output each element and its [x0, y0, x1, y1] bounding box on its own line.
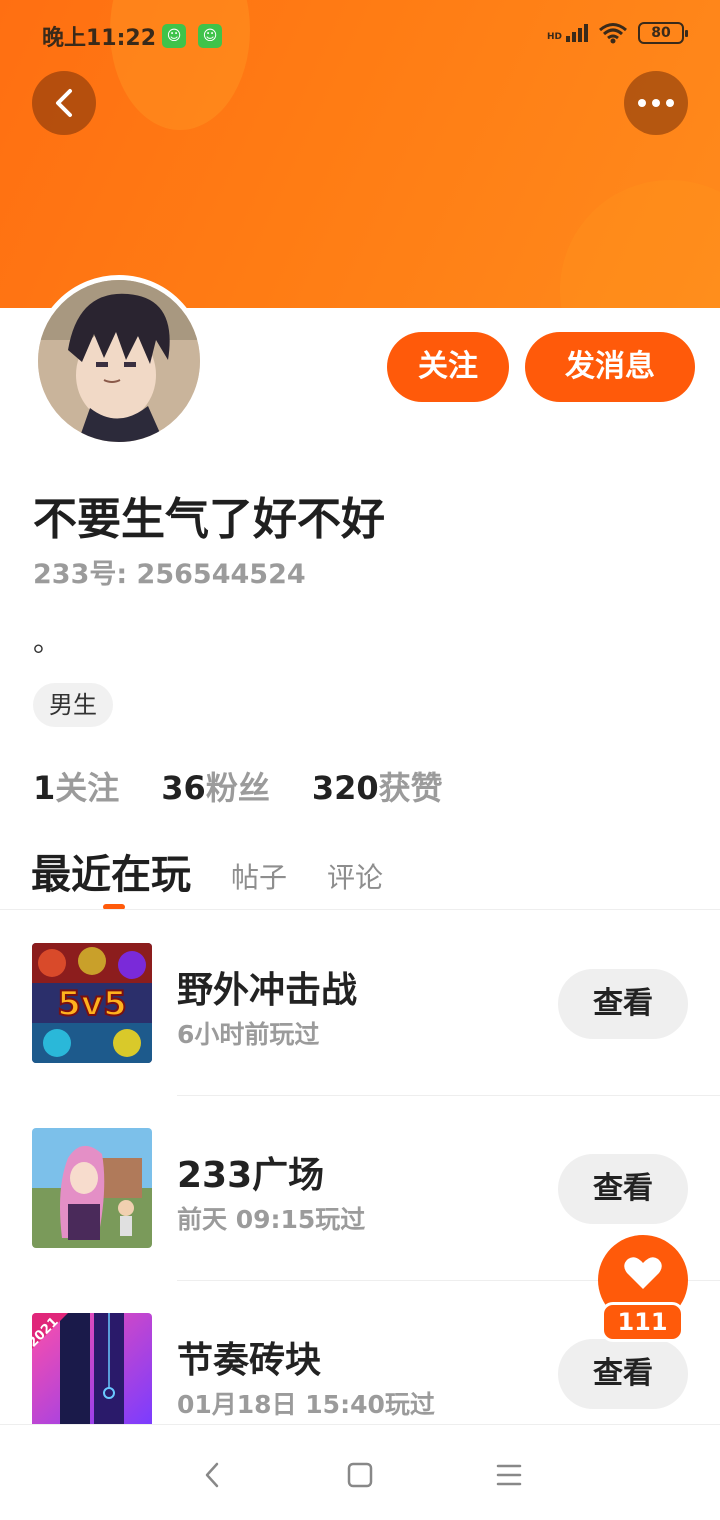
wifi-icon	[599, 23, 627, 44]
profile-uid: 233号: 256544524	[33, 559, 306, 590]
game-thumbnail: 2021	[32, 1313, 152, 1433]
profile-nickname: 不要生气了好不好	[33, 494, 385, 545]
status-indicators: HD 80	[547, 22, 688, 44]
nav-menu-icon[interactable]	[489, 1455, 529, 1495]
game-thumbnail	[32, 1128, 152, 1248]
avatar-image	[38, 280, 200, 442]
game-last-played: 前天 09:15玩过	[177, 1205, 366, 1234]
profile-tabs: 最近在玩 帖子 评论	[31, 842, 383, 910]
send-message-button[interactable]: 发消息	[525, 332, 695, 402]
tab-recently-played-label: 最近在玩	[31, 852, 191, 898]
signal-icon: HD	[547, 24, 588, 42]
tab-comments[interactable]: 评论	[327, 856, 383, 900]
view-game-button[interactable]: 查看	[558, 969, 688, 1039]
view-game-button[interactable]: 查看	[558, 1154, 688, 1224]
more-options-button[interactable]	[624, 71, 688, 135]
heart-icon	[624, 1257, 662, 1289]
game-last-played: 6小时前玩过	[177, 1020, 320, 1049]
battery-icon: 80	[638, 22, 688, 44]
app-notification-icon: ☺	[198, 24, 222, 48]
like-count-badge: 111	[601, 1302, 684, 1342]
game-thumbnail-text: 5v5	[57, 984, 126, 1024]
gender-tag: 男生	[33, 683, 113, 727]
game-name: 野外冲击战	[177, 970, 358, 1011]
status-bar: 晚上11:22 ☺ ☺ HD 80	[0, 0, 720, 70]
nav-home-icon[interactable]	[340, 1455, 380, 1495]
stat-likes-label: 获赞	[378, 769, 443, 807]
tabs-divider	[0, 909, 720, 910]
status-time: 晚上11:22	[42, 26, 157, 51]
more-dots-icon	[638, 99, 646, 107]
list-item[interactable]: 5v5 野外冲击战 6小时前玩过 查看	[0, 943, 720, 1128]
avatar[interactable]	[33, 275, 205, 447]
system-navigation-bar	[0, 1424, 720, 1520]
stat-followers-label: 粉丝	[205, 769, 270, 807]
app-notification-icon: ☺	[162, 24, 186, 48]
back-button[interactable]	[32, 71, 96, 135]
stat-following-count: 1	[33, 769, 56, 807]
follow-button[interactable]: 关注	[387, 332, 509, 402]
tab-posts[interactable]: 帖子	[231, 856, 287, 900]
stat-following-label: 关注	[55, 769, 120, 807]
stat-followers-count: 36	[161, 769, 206, 807]
stat-followers[interactable]: 36粉丝	[161, 763, 270, 809]
game-name: 233广场	[177, 1155, 325, 1196]
tab-recently-played[interactable]: 最近在玩	[31, 842, 191, 910]
stat-likes-count: 320	[311, 769, 379, 807]
network-type: HD	[546, 32, 562, 42]
row-divider	[177, 1095, 720, 1096]
view-game-button[interactable]: 查看	[558, 1339, 688, 1409]
nav-back-icon[interactable]	[193, 1455, 233, 1495]
profile-bio: 。	[33, 625, 62, 658]
game-name: 节奏砖块	[177, 1340, 322, 1381]
game-last-played: 01月18日 15:40玩过	[177, 1390, 435, 1419]
profile-stats: 1关注 36粉丝 320获赞	[33, 763, 443, 809]
stat-following[interactable]: 1关注	[33, 763, 119, 809]
back-arrow-icon	[56, 89, 72, 117]
game-thumbnail: 5v5	[32, 943, 152, 1063]
stat-likes[interactable]: 320获赞	[312, 763, 443, 809]
